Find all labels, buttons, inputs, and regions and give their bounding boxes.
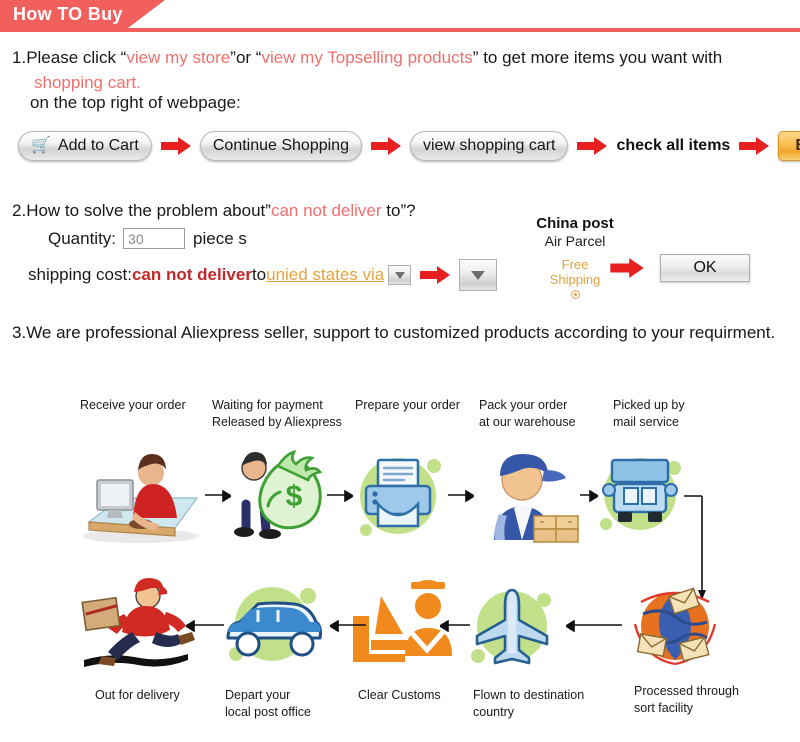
- flow-arrow-6: [440, 620, 470, 632]
- page-header: How TO Buy: [0, 0, 800, 32]
- globe-mail-icon: [633, 587, 717, 666]
- link-view-topselling-products[interactable]: view my Topselling products: [261, 48, 472, 67]
- flow-label-pack-your-order: Pack your order at our warehouse: [479, 398, 576, 429]
- flow-label-waiting-for-payment: Waiting for payment Released by Aliexpres…: [212, 398, 342, 429]
- header-divider: [0, 28, 800, 32]
- money-bag-icon: $: [234, 450, 323, 539]
- flow-arrow-7: [330, 620, 366, 632]
- section-1-text: 1.Please click “view my store”or “view m…: [12, 46, 792, 95]
- running-courier-icon: [81, 578, 195, 667]
- delivery-van-icon: [226, 587, 322, 661]
- flow-arrow-8: [186, 620, 224, 632]
- link-shopping-cart[interactable]: shopping cart.: [12, 71, 792, 96]
- flow-arrow-5: [566, 620, 622, 632]
- arrow-right-icon-1: [160, 137, 191, 155]
- ok-button-wrapper: OK: [660, 254, 750, 282]
- country-dropdown-button[interactable]: [388, 265, 412, 285]
- section-2-title: 2.How to solve the problem about”can not…: [12, 199, 416, 224]
- chevron-down-icon-large: [471, 270, 486, 280]
- section-2-title-highlight: can not deliver: [270, 201, 382, 220]
- quantity-label: Quantity:: [48, 228, 117, 248]
- svg-text:$: $: [286, 480, 303, 513]
- add-to-cart-label: Add to Cart: [57, 137, 139, 154]
- ok-button-label: OK: [693, 259, 717, 276]
- china-post-subtitle: Air Parcel: [544, 233, 606, 249]
- shipping-country-link[interactable]: unied states via: [266, 265, 384, 285]
- section-1-text-c: to get more items you want with: [478, 48, 723, 67]
- quantity-unit-label: piece s: [193, 228, 247, 248]
- free-shipping-line2: Shipping: [549, 271, 601, 287]
- arrow-right-icon-4: [739, 137, 770, 155]
- delivery-truck-icon: [600, 458, 681, 530]
- shipping-cost-row: shipping cost: can not deliver to unied s…: [28, 259, 498, 291]
- ok-button[interactable]: OK: [660, 254, 750, 282]
- section-1-text-b: or: [235, 48, 256, 67]
- continue-shopping-button[interactable]: Continue Shopping: [199, 131, 362, 161]
- shipping-method-dropdown-button[interactable]: [459, 259, 498, 291]
- flow-arrow-4: [580, 490, 598, 502]
- section-2-title-b: to: [381, 201, 401, 220]
- flow-label-out-for-delivery: Out for delivery: [95, 688, 180, 702]
- flow-label-prepare-your-order: Prepare your order: [355, 398, 460, 412]
- flow-label-flown-to-destination: Flown to destination country: [473, 688, 585, 719]
- section-2-question-mark: ?: [406, 201, 416, 220]
- continue-shopping-label: Continue Shopping: [212, 137, 349, 154]
- section-2-number: 2.: [12, 201, 27, 220]
- flow-arrow-3: [448, 490, 474, 502]
- shipping-cannot-deliver-label: can not deliver: [131, 265, 252, 284]
- section-1-text-a: Please click: [26, 48, 121, 67]
- page-title: How TO Buy: [13, 4, 123, 24]
- section-2-title-a: How to solve the problem about: [26, 201, 266, 220]
- printer-icon: [360, 458, 441, 536]
- buy-now-button[interactable]: Buy now: [778, 131, 800, 161]
- flow-label-receive-your-order: Receive your order: [80, 398, 186, 412]
- section-1-number: 1.: [12, 48, 27, 67]
- person-at-computer-icon: [83, 454, 199, 543]
- add-to-cart-button[interactable]: 🛒 Add to Cart: [18, 131, 152, 161]
- section-1-note: on the top right of webpage:: [30, 93, 241, 112]
- section-3-body: We are professional Aliexpress seller, s…: [26, 323, 776, 342]
- quantity-input[interactable]: [123, 228, 186, 249]
- flow-arrow-2: [327, 490, 353, 502]
- check-all-items-label: check all items: [616, 137, 731, 154]
- free-shipping-line1: Free: [561, 257, 589, 272]
- arrow-right-icon-3: [577, 137, 608, 155]
- buy-now-label: Buy now: [795, 137, 800, 155]
- link-view-my-store[interactable]: view my store: [126, 48, 230, 67]
- flow-label-depart-post-office: Depart your local post office: [225, 688, 311, 719]
- arrow-right-icon-6: [610, 258, 644, 278]
- view-shopping-cart-label: view shopping cart: [422, 137, 556, 154]
- arrow-right-icon-2: [370, 137, 401, 155]
- header-tab: How TO Buy: [0, 0, 165, 28]
- shopping-cart-icon: 🛒: [31, 137, 51, 154]
- shipping-process-flowchart: Receive your order Waiting for payment Re…: [0, 382, 800, 742]
- section-3-number: 3.: [12, 323, 27, 342]
- view-shopping-cart-button[interactable]: view shopping cart: [409, 131, 569, 161]
- radio-selected-icon[interactable]: [570, 290, 580, 300]
- checkout-button-flow: 🛒 Add to Cart Continue Shopping view sho…: [18, 131, 800, 161]
- shipping-cost-label: shipping cost:: [28, 265, 132, 284]
- quantity-row: Quantity: piece s: [48, 228, 247, 249]
- shipping-to-label: to: [251, 265, 267, 284]
- flow-label-processed-sort: Processed through sort facility: [634, 684, 739, 715]
- section-3-text: 3.We are professional Aliexpress seller,…: [12, 321, 775, 346]
- flow-arrow-1: [205, 490, 231, 502]
- flow-label-picked-up-by-mail: Picked up by mail service: [613, 398, 685, 429]
- flow-label-clear-customs: Clear Customs: [358, 688, 441, 702]
- china-post-title: China post: [536, 215, 614, 232]
- chevron-down-icon-small: [394, 271, 405, 279]
- warehouse-worker-icon: [494, 454, 579, 543]
- arrow-right-icon-5: [420, 266, 451, 284]
- airplane-icon: [471, 588, 551, 665]
